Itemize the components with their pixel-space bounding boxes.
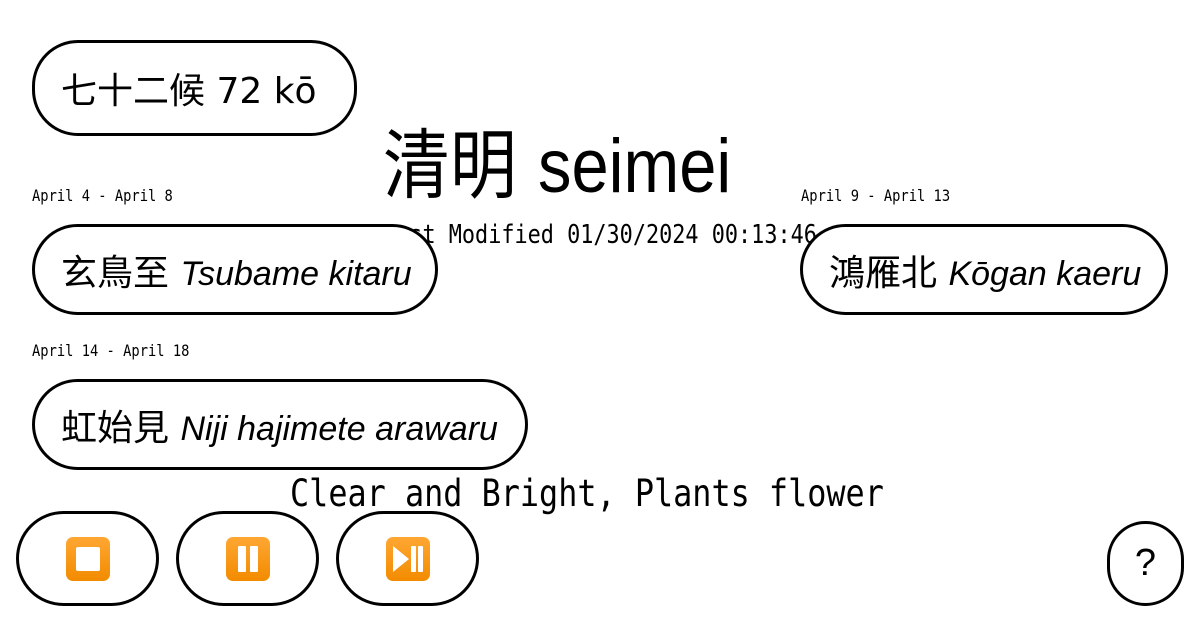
kou-1-button[interactable]: 玄鳥至 Tsubame kitaru [32, 224, 438, 315]
stop-button-icon [65, 536, 110, 581]
kou-2-kanji: 鴻雁北 [829, 252, 938, 294]
kou-1-label: 玄鳥至 Tsubame kitaru [35, 244, 412, 296]
kou-3-kanji: 虹始見 [61, 407, 170, 449]
kou-2-date-range: April 9 - April 13 [801, 186, 951, 205]
kou-2-romaji: Kōgan kaeru [948, 254, 1142, 293]
seventy-two-ko-label: 七十二候 72 kō [61, 71, 317, 112]
kou-2-button[interactable]: 鴻雁北 Kōgan kaeru [800, 224, 1168, 315]
kou-3-romaji: Niji hajimete arawaru [180, 409, 498, 448]
season-romaji: seimei [538, 124, 732, 209]
kou-1-romaji: Tsubame kitaru [180, 254, 412, 293]
season-english-description: Clear and Bright, Plants flower [290, 472, 884, 515]
play-pause-button[interactable] [336, 511, 479, 606]
help-button[interactable]: ? [1107, 521, 1184, 606]
kou-1-kanji: 玄鳥至 [61, 252, 170, 294]
kou-3-button[interactable]: 虹始見 Niji hajimete arawaru [32, 379, 528, 470]
season-kanji: 清明 [383, 121, 517, 210]
kou-2-label: 鴻雁北 Kōgan kaeru [803, 244, 1141, 296]
last-modified: Last Modified 01/30/2024 00:13:46 [383, 220, 817, 250]
stop-button[interactable] [16, 511, 159, 606]
kou-3-label: 虹始見 Niji hajimete arawaru [35, 399, 498, 451]
play-pause-button-icon [385, 536, 430, 581]
pause-button-icon [225, 536, 270, 581]
pause-button[interactable] [176, 511, 319, 606]
kou-3-date-range: April 14 - April 18 [32, 341, 190, 360]
season-title: 清明 seimei [383, 128, 731, 205]
seventy-two-ko-button[interactable]: 七十二候 72 kō [32, 40, 357, 136]
kou-1-date-range: April 4 - April 8 [32, 186, 173, 205]
